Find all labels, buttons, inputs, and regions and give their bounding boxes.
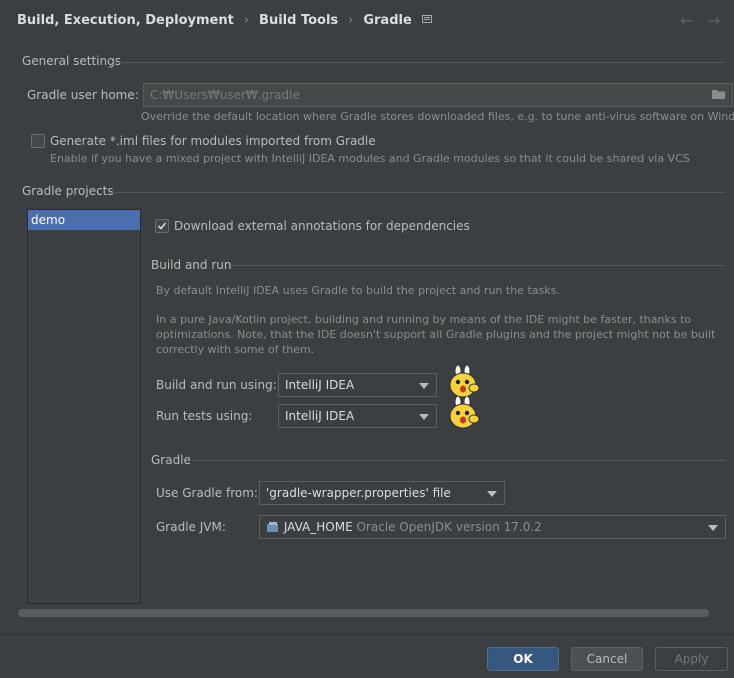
gradle-user-home-value: C:₩Users₩user₩.gradle xyxy=(150,88,300,102)
build-and-run-note-line1: In a pure Java/Kotlin project, building … xyxy=(156,313,692,326)
horizontal-scrollbar[interactable] xyxy=(18,609,709,617)
chevron-down-icon xyxy=(487,491,497,497)
jdk-icon xyxy=(267,522,278,532)
gradle-projects-title: Gradle projects xyxy=(22,184,114,198)
build-run-using-label: Build and run using: xyxy=(156,378,277,392)
apply-button[interactable]: Apply xyxy=(655,647,728,671)
ok-button[interactable]: OK xyxy=(487,647,559,671)
project-settings-icon xyxy=(421,14,432,27)
build-run-using-value: IntelliJ IDEA xyxy=(285,378,355,392)
use-gradle-from-label: Use Gradle from: xyxy=(156,486,258,500)
divider xyxy=(0,634,734,635)
general-settings-title: General settings xyxy=(22,54,121,68)
breadcrumb-separator: › xyxy=(348,13,354,28)
breadcrumb: Build, Execution, Deployment › Build Too… xyxy=(17,13,432,28)
sticker-emoji-icon xyxy=(447,364,480,399)
forward-arrow-icon[interactable]: → xyxy=(707,11,720,30)
breadcrumb-item-gradle: Gradle xyxy=(363,13,412,28)
build-and-run-description: By default IntelliJ IDEA uses Gradle to … xyxy=(156,284,560,297)
download-annotations-checkbox[interactable] xyxy=(155,219,169,233)
chevron-down-icon xyxy=(708,525,718,531)
divider xyxy=(231,265,725,266)
gradle-user-home-field[interactable]: C:₩Users₩user₩.gradle xyxy=(143,83,733,107)
gradle-jvm-label: Gradle JVM: xyxy=(156,520,226,534)
gradle-jvm-dropdown[interactable]: JAVA_HOME Oracle OpenJDK version 17.0.2 xyxy=(259,515,726,539)
build-and-run-note-line3: correctly with some of them. xyxy=(156,343,315,356)
generate-iml-checkbox[interactable] xyxy=(31,134,45,148)
folder-icon[interactable] xyxy=(712,88,726,103)
run-tests-dropdown[interactable]: IntelliJ IDEA xyxy=(278,404,437,428)
generate-iml-hint: Enable if you have a mixed project with … xyxy=(50,152,690,165)
build-run-using-dropdown[interactable]: IntelliJ IDEA xyxy=(278,373,437,397)
project-item-demo[interactable]: demo xyxy=(28,210,140,230)
gradle-section-title: Gradle xyxy=(151,453,191,467)
build-and-run-title: Build and run xyxy=(151,258,232,272)
gradle-jvm-detail: Oracle OpenJDK version 17.0.2 xyxy=(356,520,542,534)
back-arrow-icon[interactable]: ← xyxy=(680,11,693,30)
divider xyxy=(192,460,725,461)
gradle-projects-list[interactable]: demo xyxy=(27,209,141,604)
gradle-user-home-hint: Override the default location where Grad… xyxy=(141,110,734,123)
breadcrumb-item-build-execution-deployment[interactable]: Build, Execution, Deployment xyxy=(17,13,234,28)
generate-iml-label[interactable]: Generate *.iml files for modules importe… xyxy=(50,134,376,148)
divider xyxy=(114,62,725,63)
checkmark-icon xyxy=(157,222,167,230)
download-annotations-label[interactable]: Download external annotations for depend… xyxy=(174,219,470,233)
use-gradle-from-value: 'gradle-wrapper.properties' file xyxy=(266,486,451,500)
breadcrumb-item-build-tools[interactable]: Build Tools xyxy=(259,13,338,28)
divider xyxy=(109,192,725,193)
cancel-button[interactable]: Cancel xyxy=(571,647,643,671)
use-gradle-from-dropdown[interactable]: 'gradle-wrapper.properties' file xyxy=(259,481,505,505)
gradle-jvm-name: JAVA_HOME xyxy=(283,520,353,534)
build-and-run-note-line2: optimizations. Note, that the IDE doesn'… xyxy=(156,328,716,341)
sticker-emoji-icon xyxy=(447,395,480,430)
gradle-user-home-label: Gradle user home: xyxy=(27,88,139,102)
chevron-down-icon xyxy=(419,414,429,420)
run-tests-value: IntelliJ IDEA xyxy=(285,409,355,423)
chevron-down-icon xyxy=(419,383,429,389)
breadcrumb-separator: › xyxy=(243,13,250,28)
run-tests-label: Run tests using: xyxy=(156,409,253,423)
